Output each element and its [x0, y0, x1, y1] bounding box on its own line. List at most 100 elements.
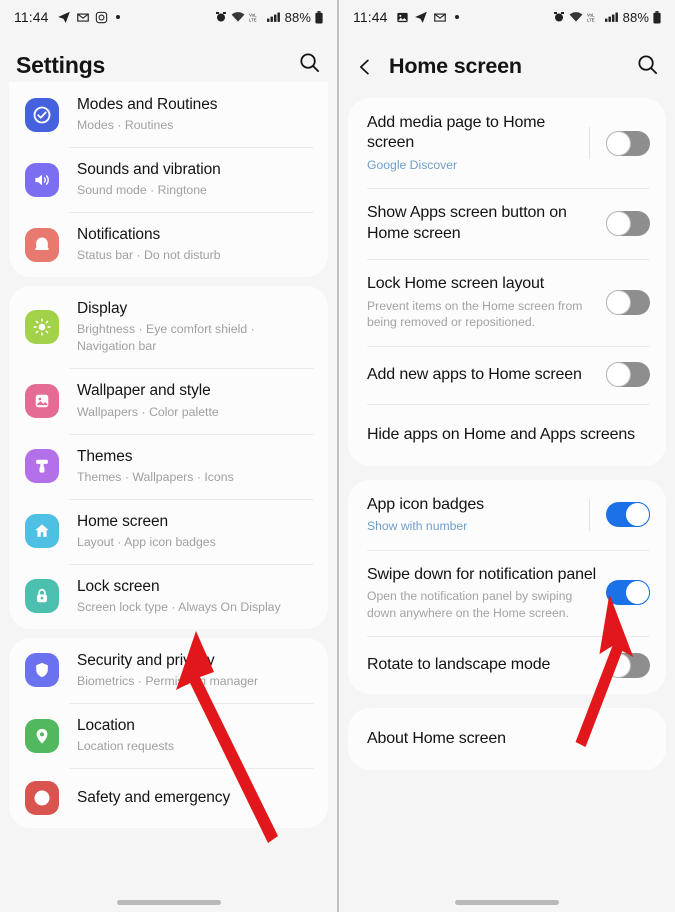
chevron-left-icon[interactable]	[355, 57, 389, 77]
list-item[interactable]: Sounds and vibration Sound mode · Ringto…	[9, 147, 328, 212]
setting-text: Swipe down for notification panel Open t…	[367, 565, 606, 621]
setting-title: Swipe down for notification panel	[367, 565, 596, 583]
signal-icon	[604, 11, 618, 23]
right-status-bar: 11:44 VoL LTE 88%	[339, 0, 675, 34]
list-item[interactable]: Lock screen Screen lock type · Always On…	[9, 563, 328, 629]
shield-icon	[25, 653, 59, 688]
setting-row-add-media-page[interactable]: Add media page to Home screen Google Dis…	[348, 98, 666, 188]
toggle-rotate-landscape[interactable]	[606, 652, 650, 678]
toggle-wrap	[606, 652, 650, 678]
wallpaper-icon	[25, 383, 59, 418]
list-item-text: Safety and emergency	[77, 788, 310, 808]
toggle-swipe-down-notification[interactable]	[606, 580, 650, 606]
mail-icon	[76, 10, 90, 24]
status-bar-time: 11:44	[14, 9, 49, 25]
toggle-wrap	[606, 211, 650, 237]
lock-icon	[25, 579, 59, 614]
telegram-icon	[57, 10, 71, 24]
list-item[interactable]: Location Location requests	[9, 702, 328, 768]
list-item-subtitle: Layout · App icon badges	[77, 534, 216, 549]
home-indicator	[339, 900, 675, 905]
list-item[interactable]: Notifications Status bar · Do not distur…	[9, 212, 328, 277]
list-item-text: Modes and Routines Modes · Routines	[77, 95, 310, 134]
list-item-home-screen[interactable]: Home screen Layout · App icon badges	[9, 498, 328, 564]
status-bar-notification-icons	[57, 10, 120, 24]
list-item-title: Notifications	[77, 226, 161, 244]
setting-text: Show Apps screen button on Home screen	[367, 203, 606, 244]
settings-scroll-area[interactable]: Modes and Routines Modes · Routines Soun…	[0, 82, 337, 898]
list-item[interactable]: Themes Themes · Wallpapers · Icons	[9, 433, 328, 499]
list-item-title: Security and privacy	[77, 651, 215, 669]
list-item-text: Display Brightness · Eye comfort shield …	[77, 299, 310, 355]
telegram-icon	[414, 10, 428, 24]
home-screen-settings-scroll[interactable]: Add media page to Home screen Google Dis…	[339, 98, 675, 912]
setting-title: Hide apps on Home and Apps screens	[367, 425, 635, 443]
setting-row-add-new-apps[interactable]: Add new apps to Home screen	[348, 345, 666, 404]
toggle-app-icon-badges[interactable]	[606, 502, 650, 528]
setting-title: Lock Home screen layout	[367, 275, 545, 293]
toggle-wrap	[606, 580, 650, 606]
page-title: Settings	[16, 51, 106, 78]
toggle-add-media-page[interactable]	[606, 130, 650, 156]
search-icon[interactable]	[636, 53, 659, 81]
setting-title: App icon badges	[367, 495, 484, 513]
battery-icon	[315, 10, 323, 24]
list-item-subtitle: Screen lock type · Always On Display	[77, 599, 281, 614]
home-icon	[25, 514, 59, 549]
list-item-subtitle: Location requests	[77, 739, 175, 754]
list-item[interactable]: Modes and Routines Modes · Routines	[9, 82, 328, 147]
settings-group-2: Display Brightness · Eye comfort shield …	[9, 286, 328, 629]
setting-text: About Home screen	[367, 729, 650, 749]
setting-row-about-home-screen[interactable]: About Home screen	[348, 708, 666, 770]
list-item-title: Wallpaper and style	[77, 382, 211, 400]
list-item-subtitle: Status bar · Do not disturb	[77, 248, 221, 263]
list-item-partial[interactable]: Safety and emergency	[9, 768, 328, 828]
settings-group-1: Modes and Routines Modes · Routines Soun…	[9, 82, 328, 278]
setting-text: Add new apps to Home screen	[367, 365, 606, 385]
setting-row-swipe-down-notification[interactable]: Swipe down for notification panel Open t…	[348, 549, 666, 636]
home-screen-header: Home screen	[339, 36, 675, 98]
battery-percentage: 88%	[284, 9, 311, 25]
list-item[interactable]: Security and privacy Biometrics · Permis…	[9, 638, 328, 703]
list-item-title: Sounds and vibration	[77, 161, 221, 179]
list-item[interactable]: Display Brightness · Eye comfort shield …	[9, 286, 328, 368]
modes-routines-icon	[25, 97, 59, 132]
svg-text:LTE: LTE	[249, 17, 257, 22]
toggle-lock-home-layout[interactable]	[606, 290, 650, 316]
setting-row-app-icon-badges[interactable]: App icon badges Show with number	[348, 480, 666, 550]
dot-icon	[454, 15, 459, 19]
list-item-subtitle: Biometrics · Permission manager	[77, 673, 259, 688]
setting-row-rotate-landscape[interactable]: Rotate to landscape mode	[348, 636, 666, 694]
setting-subtitle: Open the notification panel by swiping d…	[367, 589, 573, 620]
setting-title: Add media page to Home screen	[367, 114, 546, 152]
dual-phone-screenshot: 11:44 VoL LTE 88% Settings Modes and Rou…	[0, 0, 675, 912]
setting-text: App icon badges Show with number	[367, 495, 589, 535]
dot-icon	[115, 15, 120, 19]
home-settings-group-2: App icon badges Show with number Swipe d…	[348, 479, 666, 695]
setting-row-lock-home-layout[interactable]: Lock Home screen layout Prevent items on…	[348, 259, 666, 345]
setting-text: Hide apps on Home and Apps screens	[367, 425, 650, 445]
setting-text: Add media page to Home screen Google Dis…	[367, 113, 589, 173]
battery-percentage: 88%	[622, 9, 649, 25]
safety-icon	[25, 781, 59, 816]
list-item-subtitle: Wallpapers · Color palette	[77, 404, 219, 419]
setting-row-show-apps-button[interactable]: Show Apps screen button on Home screen	[348, 188, 666, 259]
svg-text:LTE: LTE	[587, 17, 595, 22]
toggle-add-new-apps[interactable]	[606, 362, 650, 388]
list-item-text: Wallpaper and style Wallpapers · Color p…	[77, 381, 310, 420]
toggle-wrap	[606, 290, 650, 316]
volte-icon: VoL LTE	[249, 11, 263, 23]
setting-row-hide-apps[interactable]: Hide apps on Home and Apps screens	[348, 403, 666, 466]
settings-group-3: Security and privacy Biometrics · Permis…	[9, 637, 328, 829]
status-bar-system-icons: VoL LTE 88%	[553, 10, 661, 25]
home-indicator	[0, 900, 337, 905]
list-item-title: Modes and Routines	[77, 96, 218, 113]
toggle-show-apps-button[interactable]	[606, 211, 650, 237]
setting-title: Rotate to landscape mode	[367, 655, 551, 673]
status-bar-notification-icons	[396, 10, 459, 24]
list-item-text: Security and privacy Biometrics · Permis…	[77, 651, 310, 690]
search-icon[interactable]	[298, 51, 321, 79]
list-item[interactable]: Wallpaper and style Wallpapers · Color p…	[9, 368, 328, 433]
list-item-title: Location	[77, 716, 135, 734]
setting-text: Lock Home screen layout Prevent items on…	[367, 274, 606, 330]
